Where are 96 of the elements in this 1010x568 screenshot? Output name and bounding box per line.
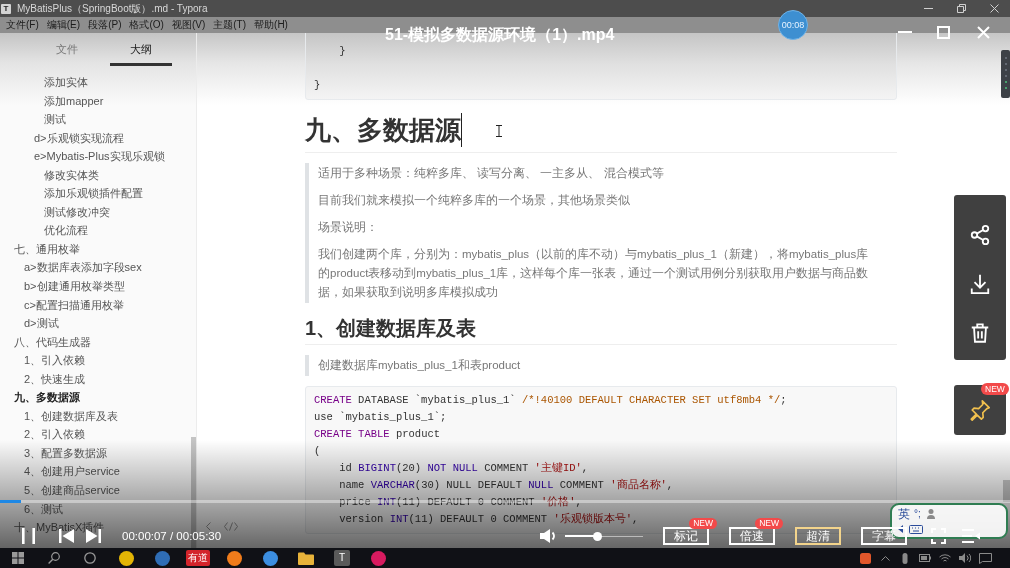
search-icon[interactable] [48,552,60,564]
menu-item[interactable]: 段落(P) [87,19,123,31]
code-line: CREATE TABLE product [314,428,441,440]
outline-item[interactable]: 2、快速生成 [24,369,86,389]
outline-item[interactable]: 添加实体 [44,73,88,92]
outline-item[interactable]: 1、引入依赖 [24,351,86,370]
scrollbar-thumb[interactable] [1003,480,1010,502]
outline-item[interactable]: 添加mapper [44,91,104,111]
trash-icon[interactable] [969,322,991,344]
menu-item[interactable]: 帮助(H) [253,19,289,31]
code-line: price INT(11) DEFAULT 0 COMMENT '价格', [339,496,582,508]
battery-icon[interactable] [919,554,931,562]
outline-item[interactable]: d>测试 [24,314,59,333]
message-icon[interactable] [978,552,992,564]
wifi-icon[interactable] [939,553,951,563]
speaker-icon[interactable] [540,529,558,543]
outline-item[interactable]: 测试 [44,110,66,129]
new-badge: NEW [755,518,783,529]
restore-icon[interactable] [957,4,966,13]
app-icon[interactable] [226,550,242,566]
menu-item[interactable]: 主题(T) [212,19,248,31]
playlist-icon[interactable] [962,529,980,543]
outline-item[interactable]: 测试修改冲突 [44,202,110,222]
outline-item[interactable]: e>Mybatis-Plus实现乐观锁 [34,147,165,166]
quote-text: 目前我们就来模拟一个纯粹多库的一个场景，其他场景类似 [318,193,630,208]
outline-item[interactable]: 1、创建数据库及表 [24,406,119,426]
time-display: 00:00:07 / 00:05:30 [122,529,222,543]
app-icon[interactable] [118,550,134,566]
quote-text: 创建数据库mybatis_plus_1和表product [318,358,521,373]
code-line: name VARCHAR(30) NULL DEFAULT NULL COMMENT '商品名称', [339,479,674,491]
quote-text: 场景说明： [318,220,378,235]
player-button[interactable]: 字幕 [861,527,907,545]
outline-item[interactable]: 优化流程 [44,221,88,240]
share-icon[interactable] [969,224,991,246]
new-badge: NEW [981,383,1009,395]
volume-thumb[interactable] [593,531,603,541]
menu-item[interactable]: 编辑(E) [45,19,82,31]
folder-icon[interactable] [298,551,314,565]
microphone-icon[interactable] [902,552,908,564]
triangle-left-icon[interactable] [898,525,903,533]
outline-item[interactable]: b>创建通用枚举类型 [24,277,125,296]
code-line: version INT(11) DEFAULT 0 COMMENT '乐观锁版本号', [339,513,639,525]
keyboard-icon[interactable] [909,524,923,534]
outline-item[interactable]: 5、创建商品service [24,481,120,500]
outline-item[interactable]: 4、创建用户service [24,462,120,482]
code-line: ( [314,445,321,457]
outline-item[interactable]: 七、通用枚举 [14,239,80,259]
chevron-left-icon[interactable] [206,522,211,531]
code-line: } [339,45,346,57]
app-icon[interactable] [262,550,278,566]
person-icon[interactable] [926,509,935,519]
pin-icon[interactable] [969,399,991,421]
chevron-up-icon[interactable] [880,555,890,561]
app-tile[interactable]: 有道 [186,550,210,566]
player-button[interactable]: 超清 [795,527,841,545]
close-icon[interactable] [990,4,999,13]
ibeam-cursor-icon [496,125,502,137]
code-line: use `mybatis_plus_1`; [314,411,447,423]
menu-item[interactable]: 格式(O) [128,19,165,31]
app-logo: T [1,3,11,14]
fullscreen-icon[interactable] [931,528,946,544]
outline-item[interactable]: d>乐观锁实现流程 [34,128,124,148]
outline-item[interactable]: c>配置扫描通用枚举 [24,295,124,315]
download-icon[interactable] [969,273,991,295]
speaker-icon[interactable] [959,553,971,563]
outline-item[interactable]: 添加乐观锁插件配置 [44,184,143,203]
heading: 九、多数据源 [305,114,461,147]
quote-text: 我们创建两个库，分别为：mybatis_plus（以前的库不动）与mybatis_plus_1（新建），将mybatis_plus库的product表移动到mybatis_plus_1库，这样每个库一张表，通过一个测试用例分别获取用户数据与商品数据，如果获取到说明多库模拟成功 [318,247,870,300]
circle-icon[interactable] [84,552,96,564]
outline-item[interactable]: 修改实体类 [44,165,99,185]
video-title: 51-模拟多数据源环境（1）.mp4 [385,26,615,44]
ime-punctuation[interactable]: °; [914,508,921,520]
outline-item[interactable]: a>数据库表添加字段sex [24,258,142,277]
maximize-icon[interactable] [937,26,950,39]
outline-item[interactable]: 九、多数据源 [14,388,80,407]
windows-icon[interactable] [12,552,24,564]
outline-item[interactable]: 3、配置多数据源 [24,443,108,463]
window-title: MyBatisPlus（SpringBoot版）.md - Typora [17,2,208,15]
volume-slider[interactable] [565,531,643,541]
menu-item[interactable]: 视图(V) [170,19,207,31]
menu-item[interactable]: 文件(F) [5,19,40,31]
outline-item[interactable]: 八、代码生成器 [14,332,91,352]
outline-item[interactable]: 6、测试 [24,499,64,519]
code-line: CREATE DATABASE `mybatis_plus_1` /*!40100 DEFAULT CHARACTER SET utf8mb4 */; [314,394,787,406]
code-line: id BIGINT(20) NOT NULL COMMENT '主键ID', [339,462,589,474]
app-icon[interactable] [859,552,871,564]
quote-text: 适用于多种场景：纯粹多库、 读写分离、 一主多从、 混合模式等 [318,166,664,181]
outline-item[interactable]: 2、引入依赖 [24,425,86,444]
heading: 1、创建数据库及表 [305,316,477,341]
sidebar-tab[interactable]: 大纲 [110,33,172,66]
new-badge: NEW [689,518,717,529]
pin-button[interactable] [954,385,1006,435]
app-tile[interactable]: T [334,550,350,566]
side-handle-icon[interactable] [1001,50,1010,98]
ime-mode[interactable]: 英 [898,507,910,521]
code-line: } [314,79,321,91]
